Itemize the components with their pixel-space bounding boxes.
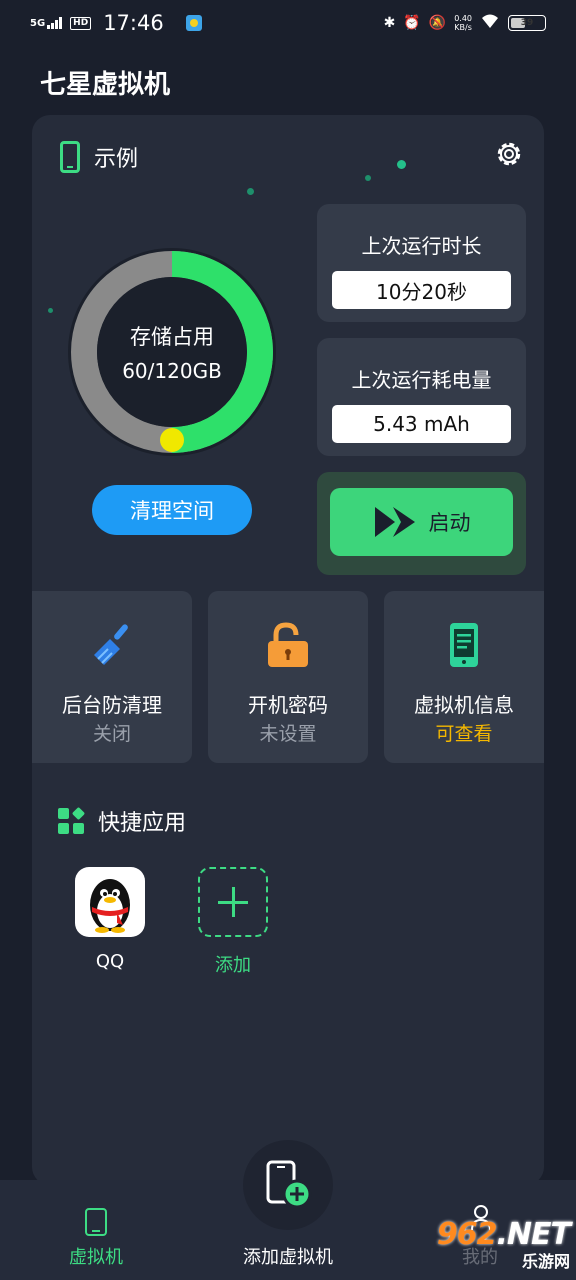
last-runtime-value: 10分20秒 — [332, 271, 511, 309]
storage-ring-chart — [68, 248, 276, 456]
bluetooth-icon: ✱ — [383, 15, 396, 31]
clean-space-button[interactable]: 清理空间 — [92, 485, 252, 535]
decor-dot — [48, 308, 53, 313]
add-vm-fab[interactable] — [243, 1140, 333, 1230]
vm-name: 示例 — [94, 147, 139, 172]
tile-status: 未设置 — [259, 723, 317, 745]
tile-vm-info[interactable]: 虚拟机信息 可查看 — [384, 591, 544, 763]
tile-label: 后台防清理 — [62, 693, 162, 717]
wifi-icon — [480, 13, 500, 33]
alarm-icon: ⏰ — [403, 15, 421, 31]
status-bar: 5G HD 17:46 ✱ ⏰ 🔕 0.40 KB/s 39 — [0, 0, 576, 46]
tile-boot-password[interactable]: 开机密码 未设置 — [208, 591, 368, 763]
phone-icon — [60, 141, 80, 173]
last-power-panel: 上次运行耗电量 5.43 mAh — [317, 338, 526, 456]
app-title: 七星虚拟机 — [40, 70, 171, 100]
phone-icon — [85, 1208, 107, 1236]
network-type: 5G — [30, 18, 46, 29]
shortcut-header: 快捷应用 — [58, 805, 186, 837]
shortcut-app-label: QQ — [95, 951, 125, 972]
decor-dot — [247, 188, 254, 195]
vm-header: 示例 — [60, 141, 138, 173]
start-button[interactable]: 启动 — [330, 488, 513, 556]
shortcut-title: 快捷应用 — [98, 811, 187, 836]
shortcut-add-label: 添加 — [215, 955, 251, 976]
shortcut-add[interactable]: 添加 — [188, 867, 278, 977]
settings-gear-icon[interactable] — [494, 139, 524, 169]
site-watermark: 962.NET 乐游网 — [436, 1217, 571, 1271]
clock-time: 17:46 — [103, 11, 164, 35]
broom-icon — [94, 624, 128, 665]
tile-status[interactable]: 可查看 — [384, 719, 544, 746]
hd-badge: HD — [70, 16, 92, 30]
network-speed: 0.40 KB/s — [454, 14, 472, 32]
mute-icon: 🔕 — [428, 15, 447, 31]
play-icon — [374, 507, 415, 537]
add-phone-icon — [266, 1160, 312, 1209]
signal-icon: 5G — [30, 17, 63, 29]
add-icon — [198, 867, 268, 937]
nav-label: 添加虚拟机 — [243, 1247, 333, 1268]
nav-label: 虚拟机 — [69, 1247, 123, 1268]
qq-penguin-icon — [75, 867, 145, 937]
last-runtime-title: 上次运行时长 — [361, 234, 482, 258]
start-panel: 启动 — [317, 472, 526, 575]
storage-ring: 存储占用 60/120GB — [65, 245, 279, 459]
tile-label: 开机密码 — [248, 693, 328, 717]
tile-background-protect[interactable]: 后台防清理 关闭 — [32, 591, 192, 763]
decor-dot — [365, 175, 371, 181]
last-power-title: 上次运行耗电量 — [351, 368, 492, 392]
tile-status: 关闭 — [92, 723, 131, 745]
apps-grid-icon — [58, 806, 86, 834]
start-button-label: 启动 — [428, 511, 471, 535]
vm-card: 示例 存储占用 60/120GB 清理空间 上次运行时长 10分20秒 上次运行… — [32, 115, 544, 1185]
last-power-value: 5.43 mAh — [332, 405, 511, 443]
battery-icon: 39 — [508, 15, 546, 31]
last-runtime-panel: 上次运行时长 10分20秒 — [317, 204, 526, 322]
notification-app-icon — [185, 15, 202, 31]
storage-ring-knob — [160, 428, 184, 452]
shortcut-app-qq[interactable]: QQ — [65, 867, 155, 972]
nav-item-vm[interactable]: 虚拟机 — [26, 1180, 166, 1280]
storage-title: 存储占用 — [130, 325, 214, 349]
phone-info-icon — [450, 623, 478, 667]
storage-value: 60/120GB — [122, 359, 222, 383]
decor-dot — [397, 160, 406, 169]
tile-label: 虚拟机信息 — [414, 693, 514, 717]
unlocked-padlock-icon — [268, 622, 308, 667]
